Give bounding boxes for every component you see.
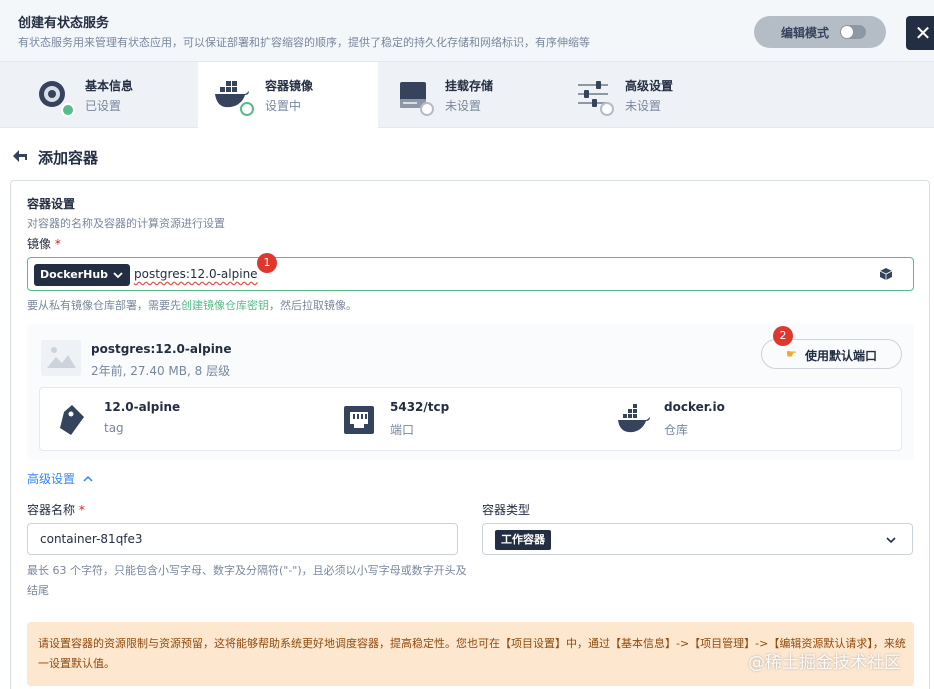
step-status: 已设置 xyxy=(85,99,122,113)
advanced-settings-label: 高级设置 xyxy=(27,472,76,486)
step-basic-info[interactable]: 基本信息 已设置 xyxy=(0,62,180,128)
step-title: 基本信息 xyxy=(85,79,134,93)
registry-hint: 要从私有镜像仓库部署，需要先创建镜像仓库密钥，然后拉取镜像。 xyxy=(27,297,357,313)
image-field-label: 镜像 * xyxy=(27,235,61,252)
tag-value: 12.0-alpine xyxy=(104,400,181,414)
close-button[interactable]: ✕ xyxy=(906,16,934,50)
section-description: 对容器的名称及容器的计算资源进行设置 xyxy=(27,217,225,230)
step-container-image[interactable]: 容器镜像 设置中 xyxy=(198,62,378,128)
wizard-steps: 基本信息 已设置 容器镜像 设置中 挂载存储 未设置 高级设置 未设置 xyxy=(0,62,934,128)
use-default-ports-label: 使用默认端口 xyxy=(805,349,878,363)
container-type-label: 容器类型 xyxy=(482,503,531,517)
registry-select[interactable]: DockerHub xyxy=(34,264,130,286)
ethernet-port-icon xyxy=(344,406,374,434)
step-mount-storage[interactable]: 挂载存储 未设置 xyxy=(378,62,558,128)
required-mark: * xyxy=(78,503,85,517)
create-secret-link[interactable]: 创建镜像仓库密钥 xyxy=(181,299,269,312)
image-info-panel: postgres:12.0-alpine 2年前, 27.40 MB, 8 层级… xyxy=(27,324,914,460)
step-status: 设置中 xyxy=(265,99,302,113)
image-name: postgres:12.0-alpine xyxy=(91,342,232,356)
chevron-down-icon xyxy=(113,272,123,279)
port-label: 端口 xyxy=(390,423,415,437)
image-input-value[interactable]: postgres:12.0-alpine xyxy=(134,267,258,281)
tag-icon xyxy=(60,405,84,435)
registry-label: 仓库 xyxy=(664,423,689,437)
container-name-value[interactable]: container-81qfe3 xyxy=(40,532,143,546)
step-advanced-settings[interactable]: 高级设置 未设置 xyxy=(558,62,738,128)
step-status: 未设置 xyxy=(625,99,662,113)
image-search-input[interactable]: DockerHub postgres:12.0-alpine xyxy=(27,257,914,291)
main-panel: 添加容器 容器设置 对容器的名称及容器的计算资源进行设置 镜像 * Docker… xyxy=(0,128,934,689)
modal-description: 有状态服务用来管理有状态应用，可以保证部署和扩容缩容的顺序，提供了稳定的持久化存… xyxy=(18,36,590,49)
step-pending-dot xyxy=(420,102,434,116)
hint-suffix: ，然后拉取镜像。 xyxy=(269,299,357,312)
edit-mode-toggle[interactable]: 编辑模式 xyxy=(754,16,886,48)
image-details-row: 12.0-alpine tag 5432/tcp 端口 docker.io 仓库 xyxy=(39,387,902,451)
step-done-dot xyxy=(61,103,75,117)
image-placeholder-icon xyxy=(41,340,81,376)
container-settings-card: 容器设置 对容器的名称及容器的计算资源进行设置 镜像 * DockerHub p… xyxy=(10,180,930,689)
annotation-badge-1: 1 xyxy=(257,253,277,273)
docker-whale-icon xyxy=(618,404,650,433)
container-name-label-text: 容器名称 xyxy=(27,503,76,517)
annotation-badge-2: 2 xyxy=(773,326,793,346)
port-value: 5432/tcp xyxy=(390,400,450,414)
modal-header: 创建有状态服务 有状态服务用来管理有状态应用，可以保证部署和扩容缩容的顺序，提供… xyxy=(0,0,934,62)
step-pending-dot xyxy=(600,102,614,116)
edit-mode-label: 编辑模式 xyxy=(781,26,830,40)
required-mark: * xyxy=(54,237,61,251)
chevron-down-icon xyxy=(886,537,896,544)
image-meta: 2年前, 27.40 MB, 8 层级 xyxy=(91,364,231,378)
toggle-switch-icon xyxy=(840,25,866,39)
step-status: 未设置 xyxy=(445,99,482,113)
cube-icon[interactable] xyxy=(879,267,893,281)
container-name-help: 最长 63 个字符，只能包含小写字母、数字及分隔符("-")，且必须以小写字母或… xyxy=(27,564,467,597)
container-name-input[interactable]: container-81qfe3 xyxy=(27,523,458,555)
container-type-select[interactable]: 工作容器 xyxy=(482,523,913,555)
image-label-text: 镜像 xyxy=(27,237,52,251)
page-title: 添加容器 xyxy=(38,149,99,167)
watermark: @稀土掘金技术社区 xyxy=(748,653,901,673)
modal-title: 创建有状态服务 xyxy=(18,16,110,31)
registry-select-label: DockerHub xyxy=(40,268,109,281)
step-title: 挂载存储 xyxy=(445,79,494,93)
advanced-settings-toggle[interactable]: 高级设置 xyxy=(27,470,93,487)
step-title: 高级设置 xyxy=(625,79,674,93)
chevron-up-icon xyxy=(83,475,93,482)
hand-pointer-icon: ☛ xyxy=(786,347,797,361)
container-type-value: 工作容器 xyxy=(495,530,551,550)
step-title: 容器镜像 xyxy=(265,79,314,93)
registry-value: docker.io xyxy=(664,400,725,414)
hint-prefix: 要从私有镜像仓库部署，需要先 xyxy=(27,299,181,312)
tag-label: tag xyxy=(104,421,124,435)
container-name-label: 容器名称 * xyxy=(27,501,85,518)
step-current-dot xyxy=(240,102,254,116)
section-title: 容器设置 xyxy=(27,197,76,211)
back-arrow-icon[interactable] xyxy=(12,149,28,163)
